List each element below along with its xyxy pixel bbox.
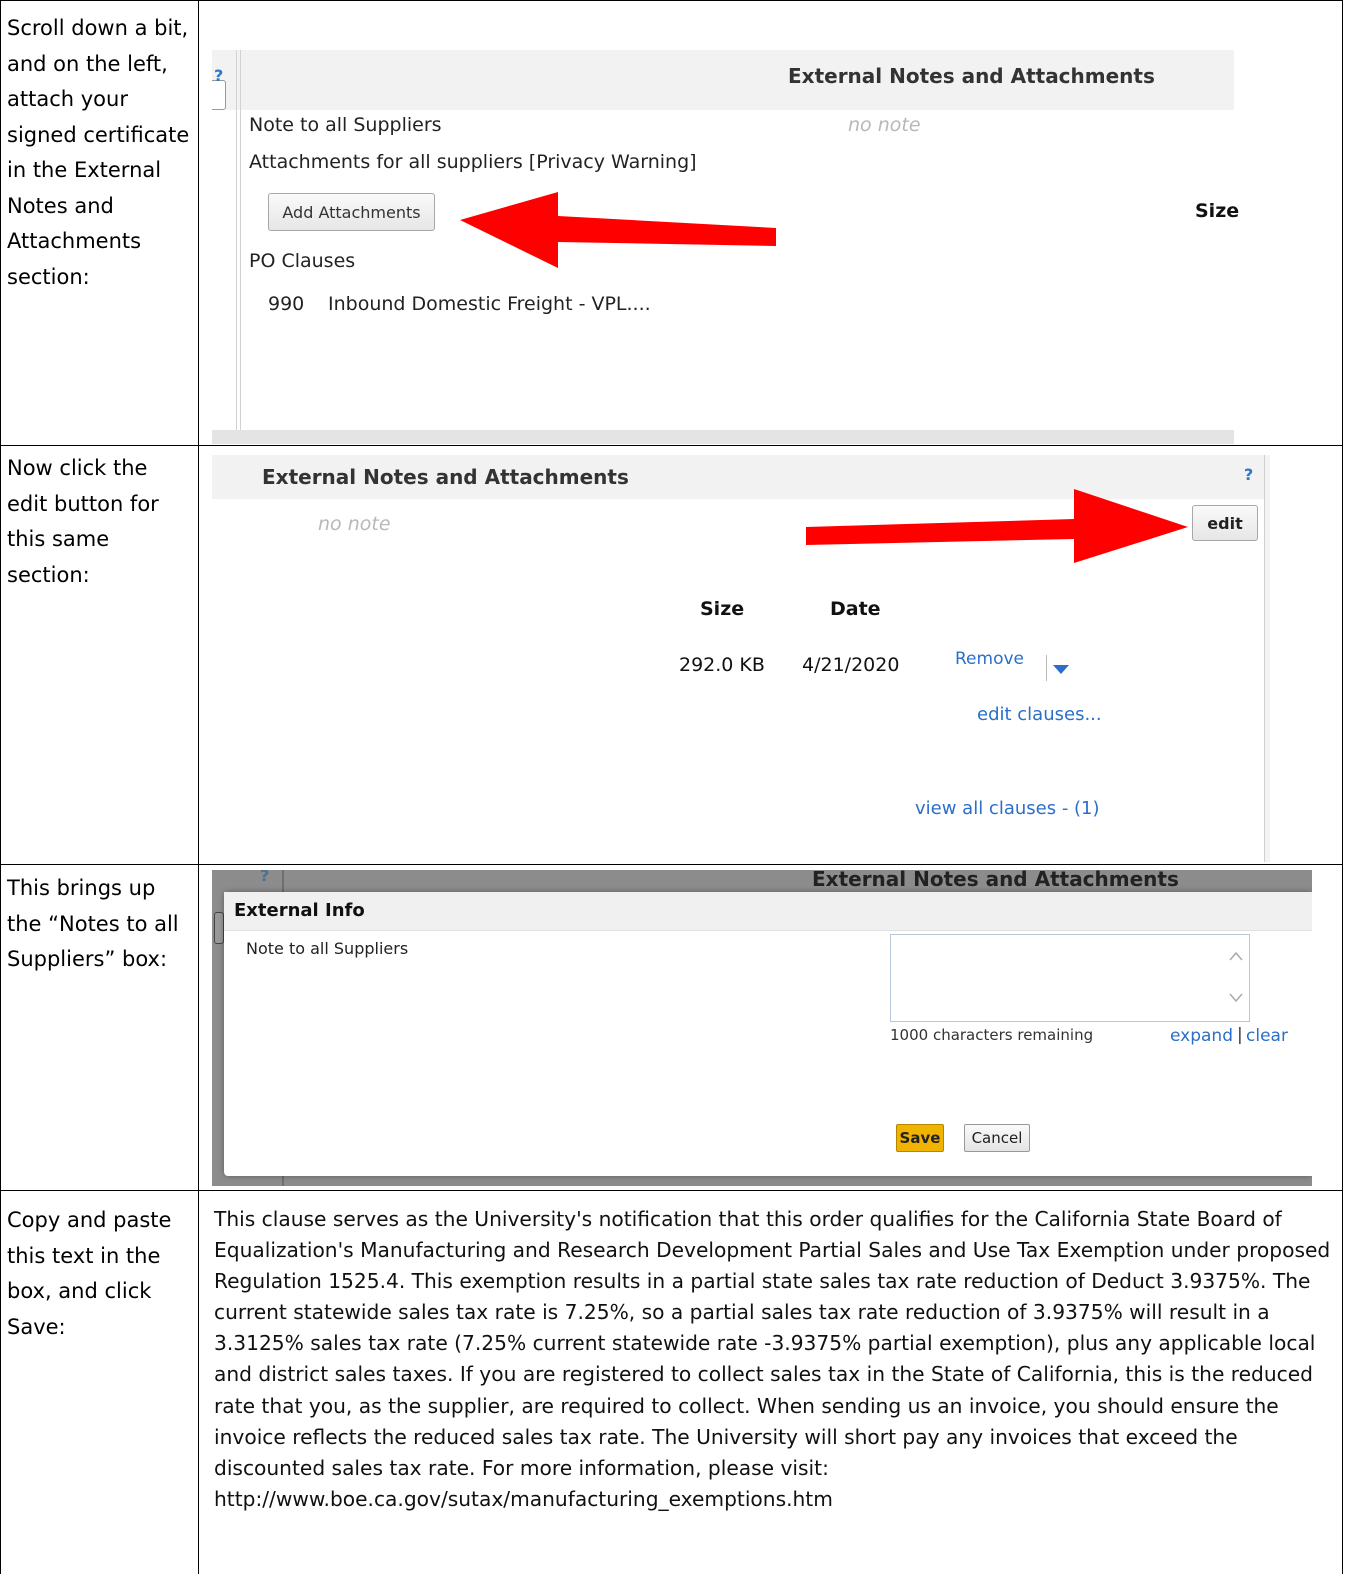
date-column-header: Date (830, 598, 881, 620)
screenshot-external-info-dialog: ? External Notes and Attachments Externa… (212, 870, 1312, 1186)
attachments-label: Attachments for all suppliers [Privacy W… (249, 151, 697, 173)
screenshot-attachments-section: ? External Notes and Attachments Note to… (212, 10, 1247, 444)
screenshot-edit-button: External Notes and Attachments ? no note… (212, 455, 1270, 862)
note-value: no note (848, 114, 921, 136)
size-column-header: Size (700, 598, 745, 620)
characters-remaining: 1000 characters remaining (890, 1026, 1094, 1044)
table-border-left (0, 0, 1, 1574)
scroll-edge (1264, 455, 1270, 862)
row-divider (0, 1190, 1343, 1191)
help-icon[interactable]: ? (1244, 465, 1253, 484)
instruction-step-4: Copy and paste this text in the box, and… (7, 1208, 172, 1339)
expand-link[interactable]: expand (1170, 1026, 1233, 1046)
remove-link[interactable]: Remove (955, 649, 1024, 669)
po-clauses-label: PO Clauses (249, 250, 356, 272)
instruction-step-1: Scroll down a bit, and on the left, atta… (7, 16, 190, 289)
background-section-title: External Notes and Attachments (812, 870, 1179, 891)
save-button[interactable]: Save (896, 1124, 944, 1152)
note-textarea[interactable] (890, 934, 1250, 1022)
clear-link[interactable]: clear (1246, 1026, 1288, 1046)
column-divider (198, 0, 199, 1574)
note-value: no note (318, 513, 391, 535)
instruction-step-2: Now click the edit button for this same … (7, 456, 159, 587)
attachment-date: 4/21/2020 (802, 654, 900, 676)
table-border-top (0, 0, 1343, 1)
size-column-header: Size (1195, 200, 1240, 222)
attachment-size: 292.0 KB (679, 654, 765, 676)
panel-bottom-bar (212, 430, 1234, 444)
background-panel-button (214, 912, 224, 944)
edit-button[interactable]: edit (1192, 505, 1258, 541)
row-divider (0, 445, 1343, 446)
instruction-step-3: This brings up the “Notes to all Supplie… (7, 876, 179, 971)
help-icon[interactable]: ? (214, 66, 223, 85)
chevron-down-icon[interactable] (1053, 665, 1069, 675)
table-border-right (1342, 0, 1343, 1574)
red-arrow-left-icon (460, 192, 776, 268)
edit-clauses-link[interactable]: edit clauses... (977, 704, 1102, 725)
external-info-dialog: External Info Note to all Suppliers 1000… (224, 892, 1312, 1176)
panel-divider (236, 50, 241, 444)
cancel-button[interactable]: Cancel (964, 1124, 1030, 1152)
view-all-clauses-link[interactable]: view all clauses - (1) (915, 798, 1100, 819)
clause-number: 990 (268, 293, 305, 315)
section-title: External Notes and Attachments (788, 64, 1155, 88)
clause-text: This clause serves as the University's n… (214, 1207, 1331, 1511)
link-separator: | (1237, 1025, 1243, 1045)
scroll-up-icon[interactable] (1229, 951, 1243, 961)
dialog-header (224, 892, 1312, 931)
instruction-document: ? External Notes and Attachments Note to… (0, 0, 1349, 1574)
row-divider (0, 864, 1343, 865)
menu-divider (1046, 655, 1047, 681)
note-label: Note to all Suppliers (246, 939, 409, 958)
scroll-down-icon[interactable] (1229, 993, 1243, 1003)
section-title: External Notes and Attachments (262, 465, 629, 489)
help-icon-background: ? (260, 870, 270, 885)
add-attachments-button[interactable]: Add Attachments (268, 193, 435, 231)
clause-name[interactable]: Inbound Domestic Freight - VPL.... (328, 293, 651, 315)
dialog-title: External Info (234, 900, 365, 921)
note-label: Note to all Suppliers (249, 114, 442, 136)
red-arrow-right-icon (806, 489, 1188, 563)
